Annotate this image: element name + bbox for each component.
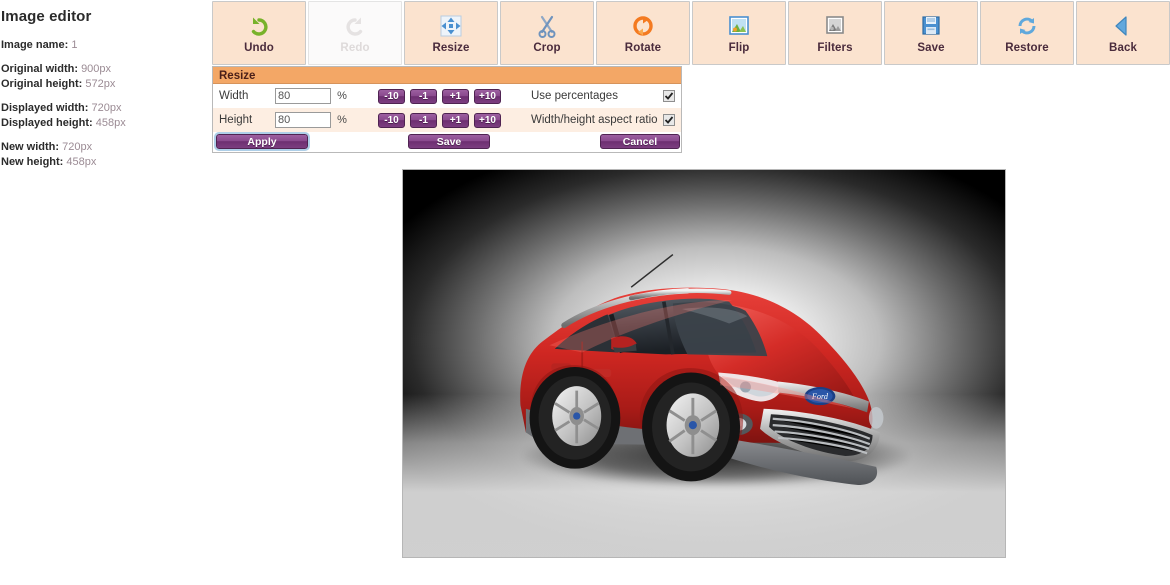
restore-button-label: Restore <box>1005 41 1049 54</box>
info-value: 720px <box>91 102 122 114</box>
filters-button[interactable]: Filters <box>788 1 882 65</box>
info-label: New height: <box>1 156 64 168</box>
resize-row-height: Height % -10 -1 +1 +10 Width/height aspe… <box>213 108 681 132</box>
resize-row-width: Width % -10 -1 +1 +10 Use percentages <box>213 84 681 108</box>
width-plus-1-button[interactable]: +1 <box>442 88 469 104</box>
info-line-original-width: Original width: 900px <box>1 62 205 77</box>
page-title: Image editor <box>1 8 92 25</box>
info-label: Displayed width: <box>1 102 89 114</box>
image-color-icon <box>726 13 752 39</box>
resize-save-button[interactable]: Save <box>408 134 490 149</box>
info-label: Original width: <box>1 63 78 75</box>
width-minus-10-button[interactable]: -10 <box>378 88 405 104</box>
undo-arrow-icon <box>246 13 272 39</box>
info-label: New width: <box>1 141 60 153</box>
rotate-button-label: Rotate <box>624 41 662 54</box>
rotate-circle-icon <box>630 13 656 39</box>
floppy-disk-icon <box>918 13 944 39</box>
image-info-sidebar: Image editor Image name: 1 Original widt… <box>0 0 205 179</box>
back-button[interactable]: Back <box>1076 1 1170 65</box>
use-percentages-checkbox[interactable] <box>663 90 675 102</box>
resize-button[interactable]: Resize <box>404 1 498 65</box>
resize-panel: Resize Width % -10 -1 +1 +10 Use percent… <box>212 66 682 153</box>
restore-button[interactable]: Restore <box>980 1 1074 65</box>
apply-button[interactable]: Apply <box>214 132 310 151</box>
aspect-ratio-checkbox[interactable] <box>663 114 675 126</box>
image-gray-icon <box>822 13 848 39</box>
width-plus-10-button[interactable]: +10 <box>474 88 501 104</box>
triangle-left-icon <box>1110 13 1136 39</box>
height-plus-10-button[interactable]: +10 <box>474 112 501 128</box>
use-percentages-label: Use percentages <box>531 90 618 102</box>
width-input[interactable] <box>275 88 331 104</box>
cancel-button[interactable]: Cancel <box>600 134 680 149</box>
height-label: Height <box>219 114 253 126</box>
info-group-name: Image name: 1 <box>1 38 205 53</box>
info-value: 720px <box>62 141 93 153</box>
height-minus-10-button[interactable]: -10 <box>378 112 405 128</box>
redo-arrow-icon <box>342 13 368 39</box>
height-input[interactable] <box>275 112 331 128</box>
resize-action-row: Apply Save Cancel <box>213 132 681 152</box>
height-steppers: -10 -1 +1 +10 <box>378 112 501 128</box>
undo-button[interactable]: Undo <box>212 1 306 65</box>
back-button-label: Back <box>1109 41 1137 54</box>
checkmark-icon <box>664 92 674 100</box>
info-group-displayed: Displayed width: 720px Displayed height:… <box>1 101 205 131</box>
info-group-original: Original width: 900px Original height: 5… <box>1 62 205 92</box>
redo-button-label: Redo <box>340 41 370 54</box>
red-suv-illustration: Ford <box>520 253 884 485</box>
image-canvas[interactable]: Ford <box>402 169 1006 558</box>
info-value: 572px <box>85 78 116 90</box>
info-line-image-name: Image name: 1 <box>1 38 205 53</box>
refresh-cycle-icon <box>1014 13 1040 39</box>
height-plus-1-button[interactable]: +1 <box>442 112 469 128</box>
info-line-displayed-width: Displayed width: 720px <box>1 101 205 116</box>
info-value: 900px <box>81 63 112 75</box>
filters-button-label: Filters <box>817 41 853 54</box>
width-label: Width <box>219 90 249 102</box>
info-line-displayed-height: Displayed height: 458px <box>1 116 205 131</box>
height-minus-1-button[interactable]: -1 <box>410 112 437 128</box>
width-steppers: -10 -1 +1 +10 <box>378 88 501 104</box>
flip-button[interactable]: Flip <box>692 1 786 65</box>
edited-image: Ford <box>403 170 1005 557</box>
save-button-label: Save <box>917 41 945 54</box>
info-value: 458px <box>95 117 126 129</box>
crop-button[interactable]: Crop <box>500 1 594 65</box>
info-value: 1 <box>71 39 78 51</box>
editor-toolbar: Undo Redo Resize Crop Rotate Flip Filter… <box>212 1 1170 67</box>
undo-button-label: Undo <box>244 41 274 54</box>
info-label: Displayed height: <box>1 117 93 129</box>
flip-button-label: Flip <box>728 41 750 54</box>
height-unit: % <box>337 114 347 126</box>
info-line-new-width: New width: 720px <box>1 140 205 155</box>
checkmark-icon <box>664 116 674 124</box>
resize-panel-header: Resize <box>213 67 681 84</box>
width-minus-1-button[interactable]: -1 <box>410 88 437 104</box>
save-button[interactable]: Save <box>884 1 978 65</box>
redo-button[interactable]: Redo <box>308 1 402 65</box>
resize-arrows-icon <box>438 13 464 39</box>
aspect-ratio-label: Width/height aspect ratio <box>531 114 658 126</box>
info-value: 458px <box>66 156 97 168</box>
scissors-icon <box>534 13 560 39</box>
info-line-new-height: New height: 458px <box>1 155 205 170</box>
resize-button-label: Resize <box>432 41 470 54</box>
rotate-button[interactable]: Rotate <box>596 1 690 65</box>
info-group-new: New width: 720px New height: 458px <box>1 140 205 170</box>
crop-button-label: Crop <box>533 41 561 54</box>
info-label: Original height: <box>1 78 83 90</box>
info-label: Image name: <box>1 39 69 51</box>
width-unit: % <box>337 90 347 102</box>
info-line-original-height: Original height: 572px <box>1 77 205 92</box>
